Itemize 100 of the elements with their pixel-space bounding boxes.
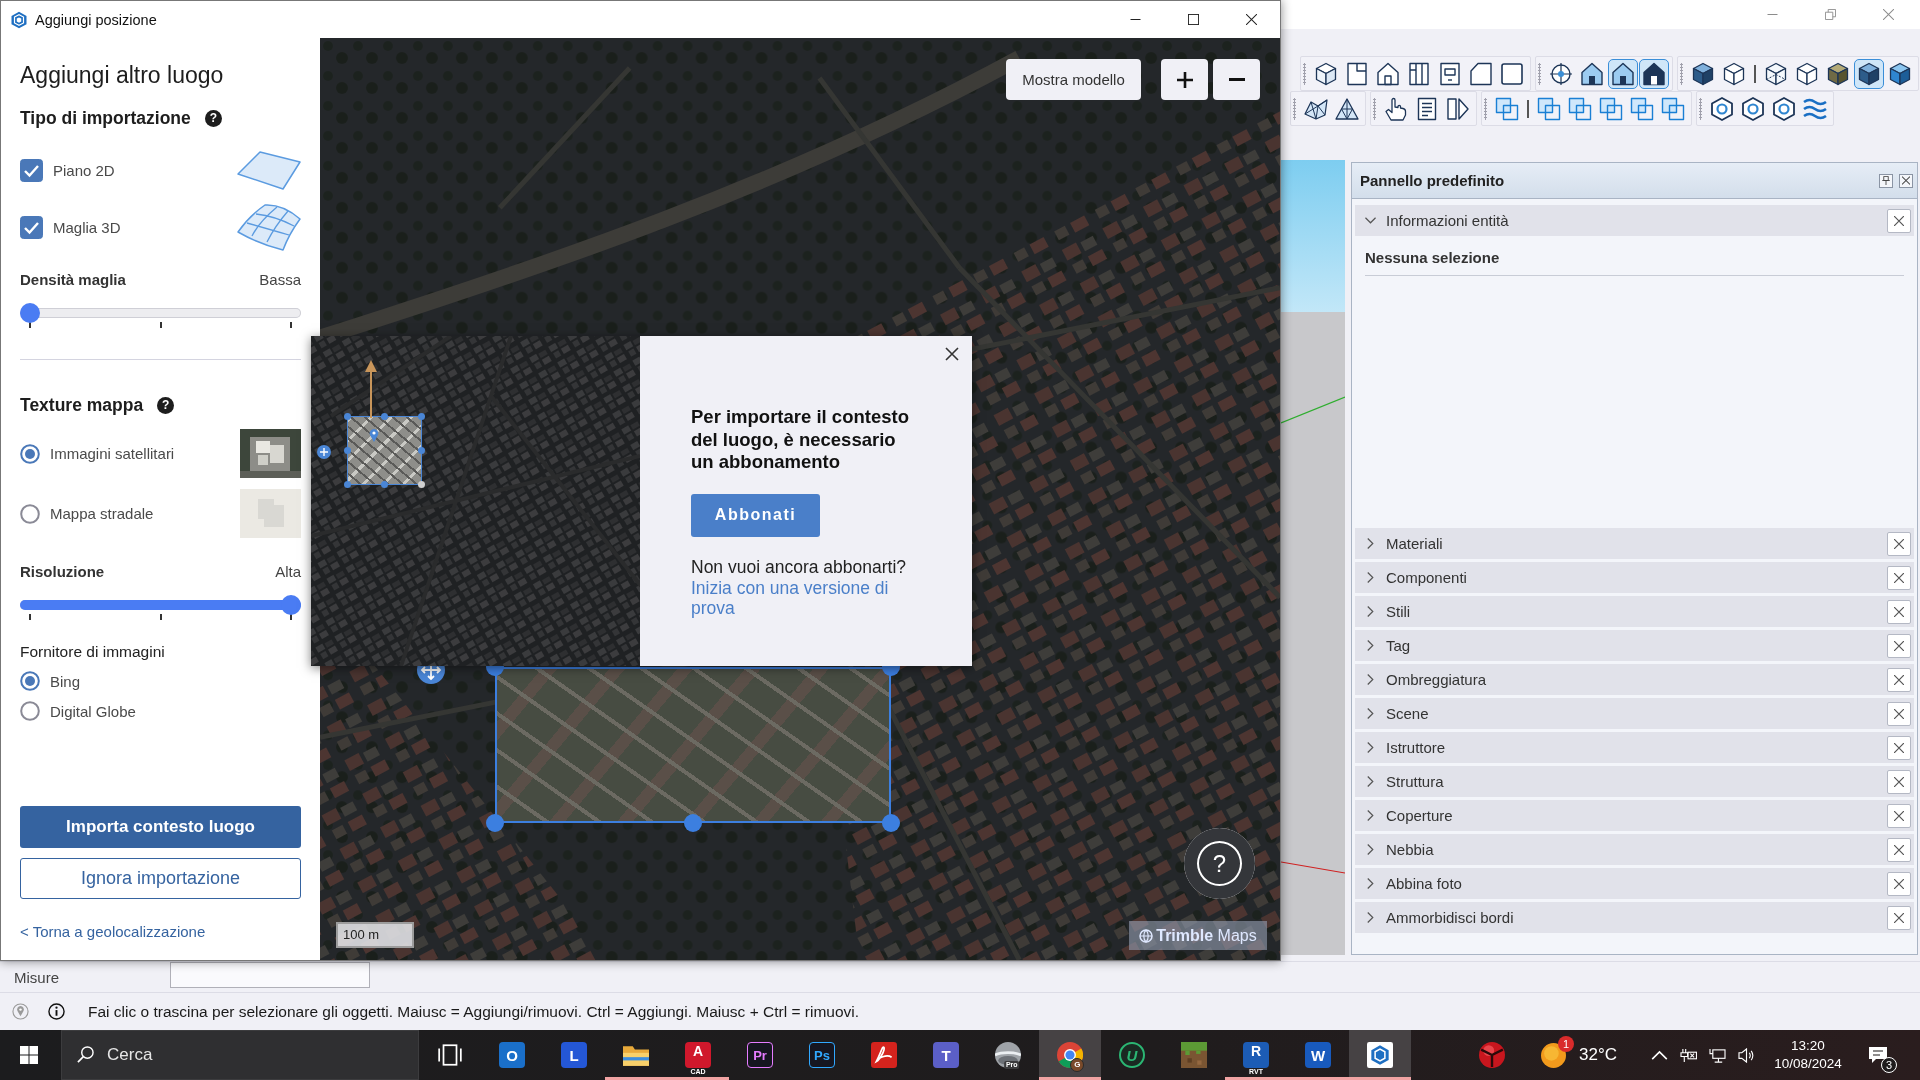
sphere-icon [995,1042,1021,1068]
taskbar-button[interactable]: Ps [791,1030,853,1080]
taskbar-button[interactable]: Pr [729,1030,791,1080]
trial-link[interactable]: Inizia con una versione di prova [691,577,916,618]
help-icon[interactable]: ? [204,109,222,127]
panel-toggle[interactable]: Coperture [1355,800,1887,831]
close-button[interactable] [1887,633,1911,658]
panel-toggle[interactable]: Tag [1355,630,1887,661]
panel-toggle[interactable]: Ombreggiatura [1355,664,1887,695]
toolbar-button[interactable] [1854,58,1884,89]
chevron-icon [1365,215,1376,226]
close-button[interactable] [1887,905,1911,930]
close-button[interactable] [1887,803,1911,828]
option-label: Immagini satellitari [50,445,176,462]
slider-track[interactable] [20,303,301,323]
panel-toggle[interactable]: Struttura [1355,766,1887,797]
taskbar-button[interactable]: L [543,1030,605,1080]
panel-toggle[interactable]: Ammorbidisci bordi [1355,902,1887,933]
checkbox[interactable] [20,215,43,239]
hexagon-icon [1741,96,1765,121]
squares-icon [1568,96,1592,121]
info-icon[interactable] [48,1003,65,1020]
slider-track[interactable] [20,595,301,615]
radio-button[interactable] [20,443,40,464]
close-icon [1882,9,1894,20]
split-icon [1446,96,1470,121]
close-button[interactable] [1887,837,1911,862]
popup-message: Per importare il contesto del luogo, è necessario un abbonamento [691,406,910,474]
close-button[interactable] [1887,871,1911,896]
measurements-field[interactable] [170,962,370,988]
panel-toggle[interactable]: Informazioni entità [1355,205,1887,236]
resize-handle [344,447,351,454]
minimize-icon [1766,14,1778,15]
app-logo-icon [10,10,28,29]
toolbar-button[interactable] [1608,58,1638,89]
close-icon [1894,538,1904,549]
letter-tile-icon: R [1243,1042,1269,1068]
radio-button[interactable] [20,503,40,524]
letter-tile-icon: L [561,1042,587,1068]
task-view-icon [437,1042,463,1068]
show-model-button[interactable]: Mostra modello [1006,59,1141,100]
mesh-icon [237,203,301,251]
zoom-in-button[interactable] [1161,59,1208,100]
resize-handle [418,413,425,420]
primary-button[interactable]: Importa contesto luogo [20,806,301,848]
taskbar-button[interactable]: O [481,1030,543,1080]
close-button[interactable] [1887,208,1911,233]
cube-icon [1826,61,1850,86]
slider-label: Densità maglia [20,270,126,288]
close-button[interactable] [1887,735,1911,760]
panel-toggle[interactable]: Nebbia [1355,834,1887,865]
icon-caption: G [1070,1058,1085,1072]
ball-icon[interactable] [1479,1042,1505,1068]
help-icon[interactable]: ? [157,396,175,414]
radio-button[interactable] [20,701,40,721]
close-button[interactable] [945,347,959,361]
panel-toggle[interactable]: Abbina foto [1355,868,1887,899]
chevron-icon [1365,640,1376,651]
satellite-thumbnail [240,429,301,478]
close-button[interactable] [1887,667,1911,692]
slider-thumb[interactable] [281,595,301,615]
letter-tile-icon: O [499,1042,525,1068]
measurements-label: Misure [14,968,60,986]
zoom-out-button[interactable] [1213,59,1260,100]
radio-button[interactable] [20,671,40,691]
taskbar-button[interactable]: G [1039,1030,1101,1080]
panel-toggle[interactable]: Scene [1355,698,1887,729]
slider-thumb[interactable] [20,303,40,323]
pin-button[interactable] [1879,173,1893,188]
secondary-button[interactable]: Ignora importazione [20,858,301,899]
panel-toggle[interactable]: Istruttore [1355,732,1887,763]
taskbar-button[interactable]: T [915,1030,977,1080]
cube-icon [1722,61,1746,86]
taskbar-button[interactable] [1349,1030,1411,1080]
close-button[interactable] [1887,599,1911,624]
back-link[interactable]: < Torna a geolocalizzazione [20,922,206,942]
taskbar-button[interactable]: W [1287,1030,1349,1080]
close-button[interactable] [1887,531,1911,556]
letter-tile-icon: W [1305,1042,1331,1068]
close-button[interactable] [1887,769,1911,794]
tray-title: Pannello predefinito [1360,172,1506,189]
search-field[interactable]: Cerca [61,1030,419,1080]
resize-handle [418,481,425,488]
speaker-icon[interactable] [1738,1047,1755,1063]
display-icon[interactable] [1709,1047,1726,1063]
taskbar-button[interactable]: U [1101,1030,1163,1080]
close-button[interactable] [1887,701,1911,726]
chevron-icon [1365,572,1376,583]
chevron-icon [1365,844,1376,855]
subscribe-button[interactable]: Abbonati [691,493,820,537]
sun-icon[interactable] [1541,1042,1566,1068]
panel-toggle[interactable]: Materiali [1355,528,1887,559]
panel-toggle[interactable]: Stili [1355,596,1887,627]
checkbox[interactable] [20,158,43,182]
network-icon[interactable] [1680,1047,1697,1063]
toolbar-button[interactable] [1639,58,1669,89]
notification-icon[interactable] [1868,1046,1888,1064]
mesh-icon [1335,96,1359,121]
panel-toggle[interactable]: Componenti [1355,562,1887,593]
close-button[interactable] [1887,565,1911,590]
